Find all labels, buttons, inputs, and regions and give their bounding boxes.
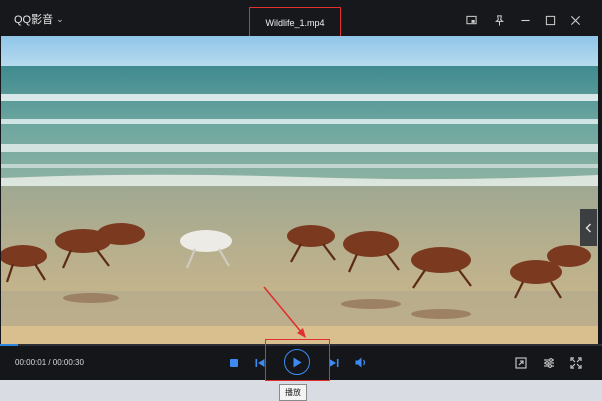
- screenshot-icon: [515, 356, 527, 369]
- playlist-toggle[interactable]: [580, 209, 597, 246]
- screen-mode-button[interactable]: [464, 13, 478, 27]
- screen-icon: [465, 15, 477, 24]
- play-highlight-box: [265, 339, 330, 381]
- title-bar: QQ影音 ⌄ Wildlife_1.mp4: [0, 0, 602, 39]
- close-icon: [570, 15, 580, 25]
- window-title: Wildlife_1.mp4: [265, 18, 325, 28]
- volume-icon: [355, 357, 365, 367]
- stop-icon: [229, 358, 238, 367]
- play-tooltip: 播放: [279, 384, 307, 401]
- minimize-button[interactable]: [518, 13, 532, 27]
- minimize-icon: [520, 19, 530, 21]
- next-icon: [329, 358, 339, 367]
- close-button[interactable]: [568, 13, 582, 27]
- screenshot-button[interactable]: [514, 356, 528, 369]
- video-frame[interactable]: [1, 36, 598, 344]
- app-name: QQ影音: [14, 14, 54, 26]
- video-image: [1, 36, 598, 344]
- settings-icon: [544, 357, 554, 368]
- previous-icon: [255, 358, 265, 367]
- time-display: 00:00:01 / 00:00:30: [15, 358, 84, 367]
- volume-button[interactable]: [354, 356, 368, 368]
- pin-icon: [494, 14, 504, 26]
- fullscreen-icon: [570, 356, 582, 369]
- title-highlight-box: Wildlife_1.mp4: [249, 7, 341, 39]
- player-window: QQ影音 ⌄ Wildlife_1.mp4 00:00:01 / 00:00:3…: [0, 0, 602, 380]
- settings-button[interactable]: [542, 356, 556, 369]
- stop-button[interactable]: [228, 357, 239, 368]
- progress-fill: [0, 344, 19, 346]
- chevron-left-icon: [585, 223, 591, 232]
- maximize-button[interactable]: [543, 13, 557, 27]
- chevron-down-icon: ⌄: [56, 13, 64, 24]
- pin-button[interactable]: [492, 13, 506, 27]
- fullscreen-button[interactable]: [569, 356, 583, 369]
- maximize-icon: [545, 15, 555, 25]
- app-menu[interactable]: QQ影音 ⌄: [14, 11, 64, 27]
